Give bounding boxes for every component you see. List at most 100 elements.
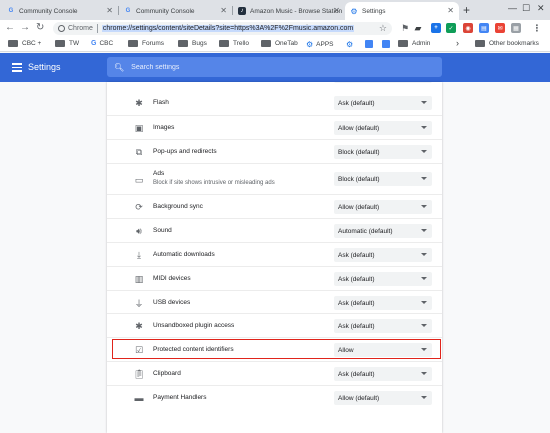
sync-icon: ⟳ <box>135 201 143 212</box>
permission-select-images[interactable]: Allow (default) <box>334 121 432 135</box>
extension-icon[interactable]: ✉ <box>495 23 505 33</box>
chevron-down-icon <box>421 301 427 304</box>
puzzle-icon: ✱ <box>135 320 143 331</box>
permission-select-popups[interactable]: Block (default) <box>334 145 432 159</box>
close-icon[interactable]: ✕ <box>106 6 113 15</box>
search-icon: 🔍︎ <box>114 62 125 72</box>
extension-icon[interactable]: + <box>431 23 441 33</box>
permission-select-clipped <box>334 82 432 83</box>
bookmark-docs-shortcut[interactable] <box>365 40 376 48</box>
bookmark-admin[interactable]: Admin <box>398 40 430 47</box>
permission-select-automatic-downloads[interactable]: Ask (default) <box>334 248 432 262</box>
gear-icon: ⚙ <box>346 40 354 49</box>
permission-select-midi[interactable]: Ask (default) <box>334 272 432 286</box>
menu-icon[interactable]: ⋮ <box>532 23 542 33</box>
image-icon: ▣ <box>134 122 144 133</box>
google-icon: G <box>91 40 97 47</box>
extension-icon[interactable]: ▰ <box>413 23 423 33</box>
omnibox-divider <box>96 24 98 33</box>
bookmarks-overflow-chevron[interactable]: › <box>456 38 459 48</box>
edit-icon <box>382 40 390 48</box>
reload-icon[interactable]: ↻ <box>36 22 44 33</box>
tab-settings[interactable]: ⚙ Settings ✕ <box>345 2 459 20</box>
close-window-icon[interactable]: ✕ <box>537 3 545 14</box>
close-icon[interactable]: ✕ <box>447 6 454 15</box>
payment-icon: ▬ <box>134 393 144 403</box>
bookmark-forums[interactable]: Forums <box>128 40 164 47</box>
tab-community-console-1[interactable]: G Community Console ✕ <box>2 2 118 20</box>
bookmark-gear-shortcut[interactable]: ⚙ <box>346 40 356 49</box>
hamburger-menu-icon[interactable] <box>12 63 22 72</box>
tab-title: Community Console <box>136 7 195 15</box>
site-permissions-card: ✱ Flash Ask (default) ▣ Images Allow (de… <box>107 82 442 433</box>
back-icon[interactable]: ← <box>5 22 15 33</box>
permission-select-payment-handlers[interactable]: Allow (default) <box>334 391 432 405</box>
folder-icon <box>128 40 138 47</box>
permission-row-flash: ✱ Flash Ask (default) <box>107 92 442 114</box>
extension-icon[interactable]: ◉ <box>463 23 473 33</box>
permission-row-clipboard: 📋︎ Clipboard Ask (default) <box>107 361 442 385</box>
extension-icon[interactable]: ✓ <box>446 23 456 33</box>
permission-select-usb[interactable]: Ask (default) <box>334 296 432 310</box>
tab-amazon-music[interactable]: ♪ Amazon Music - Browse Station ✕ <box>233 2 345 20</box>
chevron-down-icon <box>421 177 427 180</box>
clipboard-icon: 📋︎ <box>133 368 145 379</box>
minimize-icon[interactable]: — <box>508 3 517 13</box>
bookmark-star-icon[interactable]: ☆ <box>379 23 387 34</box>
permission-select-unsandboxed-plugin[interactable]: Ask (default) <box>334 319 432 333</box>
bookmark-cbc-plus[interactable]: CBC + <box>8 40 41 47</box>
bookmark-edit-shortcut[interactable] <box>382 40 393 48</box>
tab-community-console-2[interactable]: G Community Console ✕ <box>119 2 232 20</box>
ads-description: Block if site shows intrusive or mislead… <box>153 180 275 186</box>
address-bar[interactable]: Chrome chrome://settings/content/siteDet… <box>53 22 392 35</box>
folder-icon <box>55 40 65 47</box>
new-tab-button[interactable]: + <box>463 3 470 17</box>
close-icon[interactable]: ✕ <box>333 6 340 15</box>
bookmark-tw[interactable]: TW <box>55 40 79 47</box>
permission-row-clipped <box>107 82 442 86</box>
download-icon: ⤓ <box>137 249 141 260</box>
flag-icon[interactable]: ⚑ <box>400 23 410 33</box>
docs-icon <box>365 40 373 48</box>
permission-select-ads[interactable]: Block (default) <box>334 172 432 186</box>
chevron-down-icon <box>421 101 427 104</box>
extension-icon[interactable]: ▤ <box>479 23 489 33</box>
bookmark-trello[interactable]: Trello <box>219 40 249 47</box>
music-icon: ♪ <box>238 7 246 15</box>
gear-icon: ⚙ <box>350 6 358 16</box>
popup-icon: ⧉ <box>135 146 143 157</box>
info-icon <box>58 25 65 32</box>
permission-row-sound: 🔊︎ Sound Automatic (default) <box>107 218 442 242</box>
chevron-down-icon <box>421 324 427 327</box>
page-title: Settings <box>28 62 61 72</box>
bookmark-bugs[interactable]: Bugs <box>178 40 207 47</box>
settings-search-box[interactable]: 🔍︎ <box>107 57 442 77</box>
forward-icon[interactable]: → <box>20 22 30 33</box>
tab-title: Community Console <box>19 7 78 15</box>
url-text[interactable]: chrome://settings/content/siteDetails?si… <box>101 25 355 32</box>
site-info-chip[interactable]: Chrome <box>58 25 93 32</box>
extension-icon[interactable]: ▦ <box>511 23 521 33</box>
permission-select-background-sync[interactable]: Allow (default) <box>334 200 432 214</box>
puzzle-icon: ✱ <box>135 97 143 108</box>
gear-icon: ⚙ <box>306 40 314 49</box>
permission-row-midi: ▥ MIDI devices Ask (default) <box>107 266 442 290</box>
tab-title: Amazon Music - Browse Station <box>250 7 343 15</box>
close-icon[interactable]: ✕ <box>220 6 227 15</box>
permission-select-flash[interactable]: Ask (default) <box>334 96 432 110</box>
chevron-down-icon <box>421 396 427 399</box>
permission-select-sound[interactable]: Automatic (default) <box>334 224 432 238</box>
bookmark-onetab[interactable]: OneTab <box>261 40 298 47</box>
folder-icon <box>219 40 229 47</box>
bookmark-cbc[interactable]: G CBC <box>91 40 113 47</box>
search-input[interactable] <box>131 63 412 71</box>
permission-select-clipboard[interactable]: Ask (default) <box>334 367 432 381</box>
maximize-icon[interactable]: ☐ <box>522 3 530 14</box>
folder-icon <box>8 40 18 47</box>
bookmark-other[interactable]: Other bookmarks <box>475 40 539 47</box>
chevron-down-icon <box>421 229 427 232</box>
bookmark-apps[interactable]: ⚙ APPS <box>306 40 334 49</box>
browser-toolbar: ← → ↻ Chrome chrome://settings/content/s… <box>0 20 550 37</box>
chevron-down-icon <box>421 277 427 280</box>
sound-icon: 🔊︎ <box>136 225 142 236</box>
